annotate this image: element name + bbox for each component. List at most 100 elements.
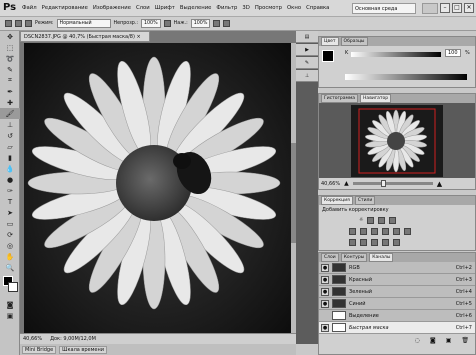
- channel-row[interactable]: ● Красный Ctrl+3: [319, 274, 475, 286]
- tab-color[interactable]: Цвет: [321, 37, 339, 46]
- screen-mode-icon[interactable]: ▣: [0, 310, 20, 321]
- tab-styles[interactable]: Стили: [354, 196, 376, 205]
- channel-row-selected[interactable]: ● Быстрая маска Ctrl+7: [319, 322, 475, 334]
- tab-navigator[interactable]: Навигатор: [360, 94, 392, 103]
- brush-preset-icon[interactable]: [5, 20, 12, 27]
- opacity-field[interactable]: 100%: [140, 19, 161, 28]
- curves-icon[interactable]: [378, 217, 386, 224]
- menu-filter[interactable]: Фильтр: [216, 5, 237, 11]
- tab-paths[interactable]: Контуры: [340, 253, 368, 262]
- history-panel-icon[interactable]: ▤: [296, 31, 318, 43]
- maximize-icon[interactable]: □: [452, 3, 462, 13]
- channel-row[interactable]: ● RGB Ctrl+2: [319, 262, 475, 274]
- brightness-icon[interactable]: ☼: [359, 217, 363, 224]
- vibrance-icon[interactable]: [349, 228, 356, 235]
- brush-size-icon[interactable]: [15, 20, 22, 27]
- brush-panel-icon[interactable]: [25, 20, 32, 27]
- color-swatches[interactable]: [0, 273, 19, 299]
- eye-icon[interactable]: ●: [321, 323, 329, 332]
- clone-panel-icon[interactable]: ⊥: [296, 70, 318, 82]
- 3d-orbit-tool-icon[interactable]: ◎: [0, 240, 20, 251]
- channel-mixer-icon[interactable]: [404, 228, 411, 235]
- tab-swatches[interactable]: Образцы: [340, 37, 368, 46]
- eye-icon[interactable]: ●: [321, 287, 329, 296]
- k-value[interactable]: 100: [445, 49, 461, 57]
- canvas[interactable]: [24, 43, 291, 343]
- tab-channels[interactable]: Каналы: [369, 253, 394, 262]
- actions-panel-icon[interactable]: ▶: [296, 44, 318, 56]
- dodge-tool-icon[interactable]: ●: [0, 174, 20, 185]
- airbrush-icon[interactable]: [213, 20, 221, 27]
- document-tab[interactable]: DSCN2837.JPG @ 40,7% (Быстрая маска/8) ×: [20, 31, 150, 42]
- k-slider[interactable]: [351, 52, 441, 57]
- zoom-tool-icon[interactable]: 🔍: [0, 262, 20, 273]
- tab-histogram[interactable]: Гистограмма: [321, 94, 359, 103]
- gradient-map-icon[interactable]: [382, 239, 389, 246]
- hand-tool-icon[interactable]: ✋: [0, 251, 20, 262]
- color-ramp[interactable]: [345, 74, 467, 80]
- history-brush-icon[interactable]: ↺: [0, 130, 20, 141]
- eyedropper-tool-icon[interactable]: ✒: [0, 86, 20, 97]
- menu-help[interactable]: Справка: [306, 5, 329, 11]
- posterize-icon[interactable]: [360, 239, 367, 246]
- save-selection-icon[interactable]: ◙: [430, 337, 436, 344]
- blur-tool-icon[interactable]: 💧: [0, 163, 20, 174]
- menu-view[interactable]: Просмотр: [255, 5, 282, 11]
- pressure-field[interactable]: 100%: [190, 19, 211, 28]
- selective-color-icon[interactable]: [393, 239, 400, 246]
- black-white-icon[interactable]: [382, 228, 389, 235]
- hue-saturation-icon[interactable]: [360, 228, 367, 235]
- move-tool-icon[interactable]: ✥: [0, 31, 20, 42]
- eye-icon[interactable]: ●: [321, 275, 329, 284]
- new-channel-icon[interactable]: ▣: [446, 337, 452, 344]
- marquee-tool-icon[interactable]: ⬚: [0, 42, 20, 53]
- healing-tool-icon[interactable]: ✚: [0, 97, 20, 108]
- crop-tool-icon[interactable]: ⌗: [0, 75, 20, 86]
- tab-layers[interactable]: Слои: [321, 253, 339, 262]
- channel-row[interactable]: ● Синий Ctrl+5: [319, 298, 475, 310]
- eye-icon[interactable]: ●: [321, 299, 329, 308]
- close-icon[interactable]: ✕: [464, 3, 474, 13]
- color-balance-icon[interactable]: [371, 228, 378, 235]
- zoom-slider-thumb[interactable]: [380, 180, 386, 187]
- eye-icon[interactable]: ●: [321, 263, 329, 272]
- eraser-tool-icon[interactable]: ▱: [0, 141, 20, 152]
- quick-select-tool-icon[interactable]: ✎: [0, 64, 20, 75]
- quick-mask-icon[interactable]: ◙: [0, 299, 20, 310]
- tab-timeline[interactable]: Шкала времени: [59, 345, 107, 354]
- workspace-dropdown-button[interactable]: [422, 3, 438, 14]
- navigator-zoom[interactable]: 40,66%: [321, 181, 340, 187]
- path-select-tool-icon[interactable]: ➤: [0, 207, 20, 218]
- menu-3d[interactable]: 3D: [242, 5, 249, 11]
- zoom-out-icon[interactable]: ▲: [344, 180, 349, 187]
- menu-image[interactable]: Изображение: [93, 5, 131, 11]
- tablet-size-icon[interactable]: [223, 20, 231, 27]
- minimize-icon[interactable]: –: [440, 3, 450, 13]
- stamp-tool-icon[interactable]: ⊥: [0, 119, 20, 130]
- menu-edit[interactable]: Редактирование: [42, 5, 88, 11]
- menu-select[interactable]: Выделение: [180, 5, 212, 11]
- photo-filter-icon[interactable]: [393, 228, 400, 235]
- channel-row[interactable]: ● Зеленый Ctrl+4: [319, 286, 475, 298]
- channel-row[interactable]: Выделение Ctrl+6: [319, 310, 475, 322]
- eye-icon-hidden[interactable]: [321, 311, 329, 320]
- menu-file[interactable]: Файл: [22, 5, 37, 11]
- tab-mini-bridge[interactable]: Mini Bridge: [22, 345, 57, 354]
- close-tab-icon[interactable]: ×: [137, 34, 141, 40]
- zoom-slider[interactable]: [352, 180, 433, 187]
- delete-channel-icon[interactable]: 🗑: [461, 337, 469, 344]
- shape-tool-icon[interactable]: ▭: [0, 218, 20, 229]
- invert-icon[interactable]: [349, 239, 356, 246]
- levels-icon[interactable]: [367, 217, 375, 224]
- zoom-in-icon[interactable]: ▲: [437, 180, 442, 188]
- type-tool-icon[interactable]: T: [0, 196, 20, 207]
- lasso-tool-icon[interactable]: ➰: [0, 53, 20, 64]
- color-fg-swatch[interactable]: [322, 50, 334, 62]
- workspace-select[interactable]: Основная среда: [352, 3, 416, 14]
- pen-tool-icon[interactable]: ✑: [0, 185, 20, 196]
- exposure-icon[interactable]: [389, 217, 397, 224]
- zoom-value[interactable]: 40,66%: [23, 336, 42, 342]
- tab-adjustments[interactable]: Коррекция: [321, 196, 353, 205]
- 3d-rotate-tool-icon[interactable]: ⟳: [0, 229, 20, 240]
- brush-tool-icon[interactable]: 🖌: [0, 108, 20, 119]
